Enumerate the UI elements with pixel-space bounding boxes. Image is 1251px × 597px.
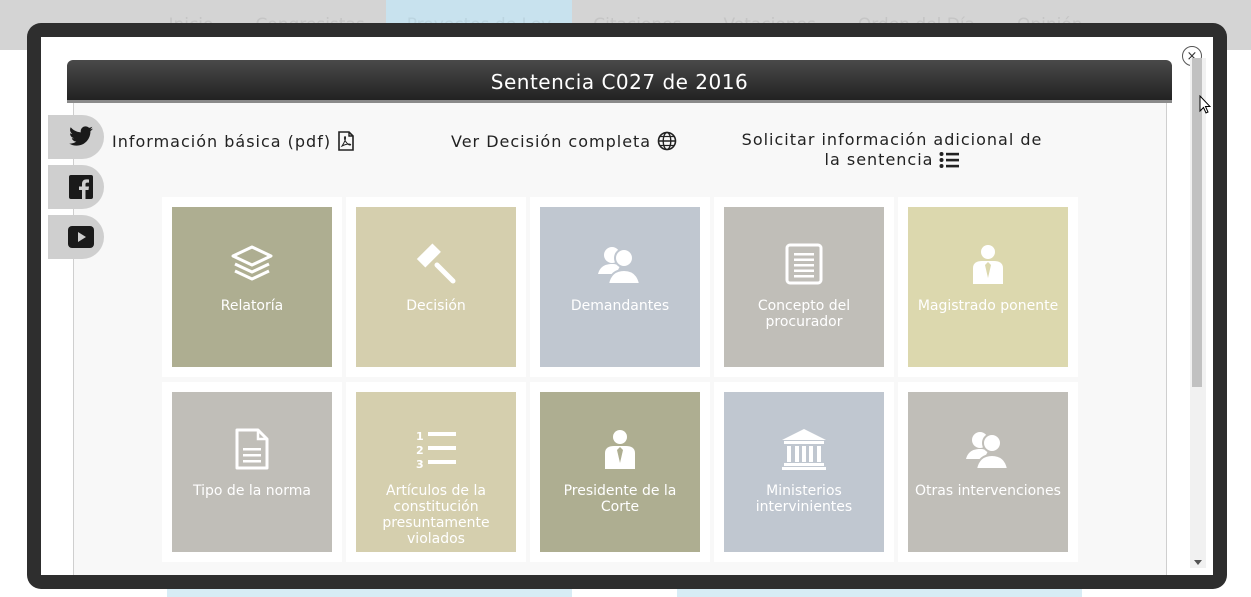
tile-otras-intervenciones[interactable]: Otras intervenciones — [908, 392, 1068, 552]
layers-icon — [231, 245, 273, 281]
tile-label: Artículos de la constitución presuntamen… — [382, 483, 490, 547]
basic-info-label: Información básica (pdf) — [112, 131, 332, 151]
basic-info-pdf-link[interactable]: Información básica (pdf) — [112, 131, 355, 151]
list-icon — [939, 152, 960, 168]
tile-ministerios[interactable]: Ministerios intervinientes — [724, 392, 884, 552]
tile-slot: Decisión — [346, 197, 526, 377]
tile-slot: Demandantes — [530, 197, 710, 377]
svg-text:2: 2 — [416, 444, 424, 457]
twitter-button[interactable] — [48, 115, 104, 159]
facebook-icon — [69, 175, 93, 199]
tile-label: Demandantes — [570, 298, 670, 314]
request-info-line2: la sentencia — [824, 150, 934, 169]
facebook-button[interactable] — [48, 165, 104, 209]
modal-scrollbar[interactable] — [1190, 58, 1206, 568]
tile-articulos-constitucion[interactable]: 123 Artículos de la constitución presunt… — [356, 392, 516, 552]
modal-title-bar: Sentencia C027 de 2016 — [67, 60, 1172, 103]
youtube-button[interactable] — [48, 215, 104, 259]
request-info-line1: Solicitar información adicional de — [741, 130, 1043, 149]
tile-tipo-norma[interactable]: Tipo de la norma — [172, 392, 332, 552]
tile-slot: 123 Artículos de la constitución presunt… — [346, 382, 526, 562]
bank-icon — [782, 429, 826, 470]
tile-demandantes[interactable]: Demandantes — [540, 207, 700, 367]
tile-slot: Otras intervenciones — [898, 382, 1078, 562]
tile-concepto-procurador[interactable]: Concepto del procurador — [724, 207, 884, 367]
gavel-icon — [416, 243, 456, 284]
file-text-icon — [235, 428, 269, 470]
numbered-list-icon: 123 — [416, 430, 456, 469]
request-info-link[interactable]: Solicitar información adicional de la se… — [738, 130, 1046, 170]
full-decision-label: Ver Decisión completa — [451, 131, 652, 151]
scroll-down-arrow-icon[interactable] — [1194, 560, 1202, 565]
tile-label: Ministerios intervinientes — [755, 483, 853, 515]
tile-label: Presidente de la Corte — [563, 483, 677, 515]
svg-text:1: 1 — [416, 430, 424, 443]
tile-slot: Magistrado ponente — [898, 197, 1078, 377]
tile-label: Decisión — [406, 298, 466, 314]
tile-label: Tipo de la norma — [193, 483, 311, 499]
tile-slot: Relatoría — [162, 197, 342, 377]
users-icon — [966, 432, 1010, 469]
modal-title: Sentencia C027 de 2016 — [490, 69, 749, 94]
mouse-cursor-icon — [1199, 94, 1212, 119]
document-icon — [785, 243, 823, 285]
person-icon — [605, 430, 635, 469]
globe-icon — [657, 131, 677, 151]
tile-slot: Tipo de la norma — [162, 382, 342, 562]
tile-label: Otras intervenciones — [915, 483, 1061, 499]
users-icon — [598, 247, 642, 284]
tile-slot: Concepto del procurador — [714, 197, 894, 377]
tile-decision[interactable]: Decisión — [356, 207, 516, 367]
pdf-icon — [338, 131, 354, 151]
tile-slot: Presidente de la Corte — [530, 382, 710, 562]
full-decision-link[interactable]: Ver Decisión completa — [451, 131, 677, 151]
tile-slot: Ministerios intervinientes — [714, 382, 894, 562]
youtube-icon — [68, 226, 94, 248]
tile-label: Concepto del procurador — [757, 298, 851, 330]
tile-label: Relatoría — [220, 298, 284, 314]
tile-presidente-corte[interactable]: Presidente de la Corte — [540, 392, 700, 552]
person-icon — [973, 245, 1003, 284]
tile-relatoria[interactable]: Relatoría — [172, 207, 332, 367]
tile-magistrado-ponente[interactable]: Magistrado ponente — [908, 207, 1068, 367]
tile-label: Magistrado ponente — [917, 298, 1059, 314]
svg-text:3: 3 — [416, 458, 424, 469]
twitter-icon — [69, 126, 93, 146]
